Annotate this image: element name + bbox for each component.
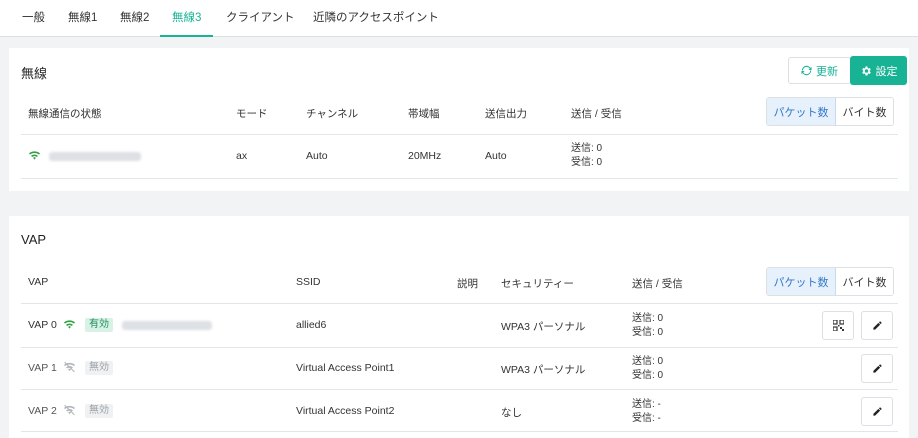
wifi-off-icon (63, 361, 76, 373)
tab-wireless2[interactable]: 無線2 (120, 0, 149, 37)
status-badge: 有効 (85, 318, 113, 332)
edit-button[interactable] (861, 397, 893, 426)
vap-tx: 送信: 0 (632, 356, 664, 367)
vap-security: WPA3 パーソナル (501, 321, 586, 333)
vap-tx: 送信: 0 (632, 313, 664, 324)
vap-card: VAP VAP SSID 説明 セキュリティー 送信 / 受信 パケット数 バイ… (9, 216, 909, 438)
vap-rx: 受信: - (632, 413, 661, 424)
tab-general[interactable]: 一般 (22, 0, 45, 37)
refresh-icon (801, 65, 812, 76)
vap-count-toggle: パケット数 バイト数 (766, 267, 894, 296)
col-channel: チャンネル (306, 108, 359, 120)
toggle-packets[interactable]: パケット数 (767, 268, 836, 295)
divider (21, 134, 898, 135)
qr-code-button[interactable] (822, 311, 854, 340)
settings-label: 設定 (875, 65, 898, 78)
wireless-channel: Auto (306, 150, 328, 162)
status-badge: 無効 (85, 404, 113, 418)
wireless-title: 無線 (21, 66, 48, 81)
pencil-icon (872, 321, 882, 330)
vap-name: VAP 0 (28, 319, 57, 331)
settings-button[interactable]: 設定 (850, 56, 907, 85)
tab-bar: 一般 無線1 無線2 無線3 クライアント 近隣のアクセスポイント (0, 0, 918, 37)
mac-address-redacted (49, 152, 141, 161)
vap-ssid: allied6 (296, 319, 327, 331)
edit-button[interactable] (861, 311, 893, 340)
pencil-icon (872, 407, 882, 416)
col-txrx: 送信 / 受信 (571, 108, 622, 120)
col-txrx: 送信 / 受信 (632, 278, 683, 290)
vap-rx: 受信: 0 (632, 327, 664, 338)
col-tx-power: 送信出力 (485, 108, 527, 120)
tab-clients[interactable]: クライアント (226, 0, 295, 37)
vap-ssid: Virtual Access Point1 (296, 362, 395, 374)
vap-security: WPA3 パーソナル (501, 364, 586, 376)
toggle-bytes[interactable]: バイト数 (836, 268, 893, 295)
wireless-card: 無線 更新 設定 無線通信の状態 モード チャンネル 帯域幅 送信出力 送信 /… (9, 48, 909, 191)
divider (21, 431, 898, 432)
edit-button[interactable] (861, 354, 893, 383)
wireless-bandwidth: 20MHz (408, 150, 442, 162)
refresh-button[interactable]: 更新 (788, 57, 851, 84)
wireless-count-toggle: パケット数 バイト数 (766, 97, 894, 126)
col-vap: VAP (28, 276, 49, 288)
col-description: 説明 (457, 278, 478, 290)
col-mode: モード (236, 108, 268, 120)
vap-tx: 送信: - (632, 399, 661, 410)
vap-ssid: Virtual Access Point2 (296, 405, 395, 417)
wifi-icon (28, 150, 41, 161)
wifi-icon (63, 319, 76, 330)
mac-address-redacted (122, 321, 212, 330)
wireless-tx: 送信: 0 (571, 143, 603, 154)
vap-name: VAP 2 (28, 405, 57, 417)
vap-security: なし (501, 407, 522, 419)
vap-title: VAP (21, 232, 47, 247)
col-security: セキュリティー (501, 278, 574, 290)
wifi-off-icon (63, 404, 76, 416)
status-badge: 無効 (85, 361, 113, 375)
qr-code-icon (832, 320, 844, 331)
wireless-rx: 受信: 0 (571, 157, 603, 168)
tab-neighbor-aps[interactable]: 近隣のアクセスポイント (313, 0, 439, 37)
divider (21, 389, 898, 390)
refresh-label: 更新 (816, 65, 838, 78)
pencil-icon (872, 364, 882, 373)
tab-wireless3[interactable]: 無線3 (160, 0, 214, 37)
divider (21, 347, 898, 348)
col-ssid: SSID (296, 276, 321, 288)
gear-icon (861, 66, 871, 75)
tab-wireless1[interactable]: 無線1 (68, 0, 97, 37)
col-bandwidth: 帯域幅 (408, 108, 440, 120)
wireless-tx-power: Auto (485, 150, 507, 162)
vap-name: VAP 1 (28, 362, 57, 374)
vap-rx: 受信: 0 (632, 370, 664, 381)
divider (21, 303, 898, 304)
toggle-packets[interactable]: パケット数 (767, 98, 836, 125)
col-status: 無線通信の状態 (28, 108, 102, 120)
toggle-bytes[interactable]: バイト数 (836, 98, 893, 125)
divider (21, 178, 898, 179)
wireless-mode: ax (236, 150, 248, 162)
